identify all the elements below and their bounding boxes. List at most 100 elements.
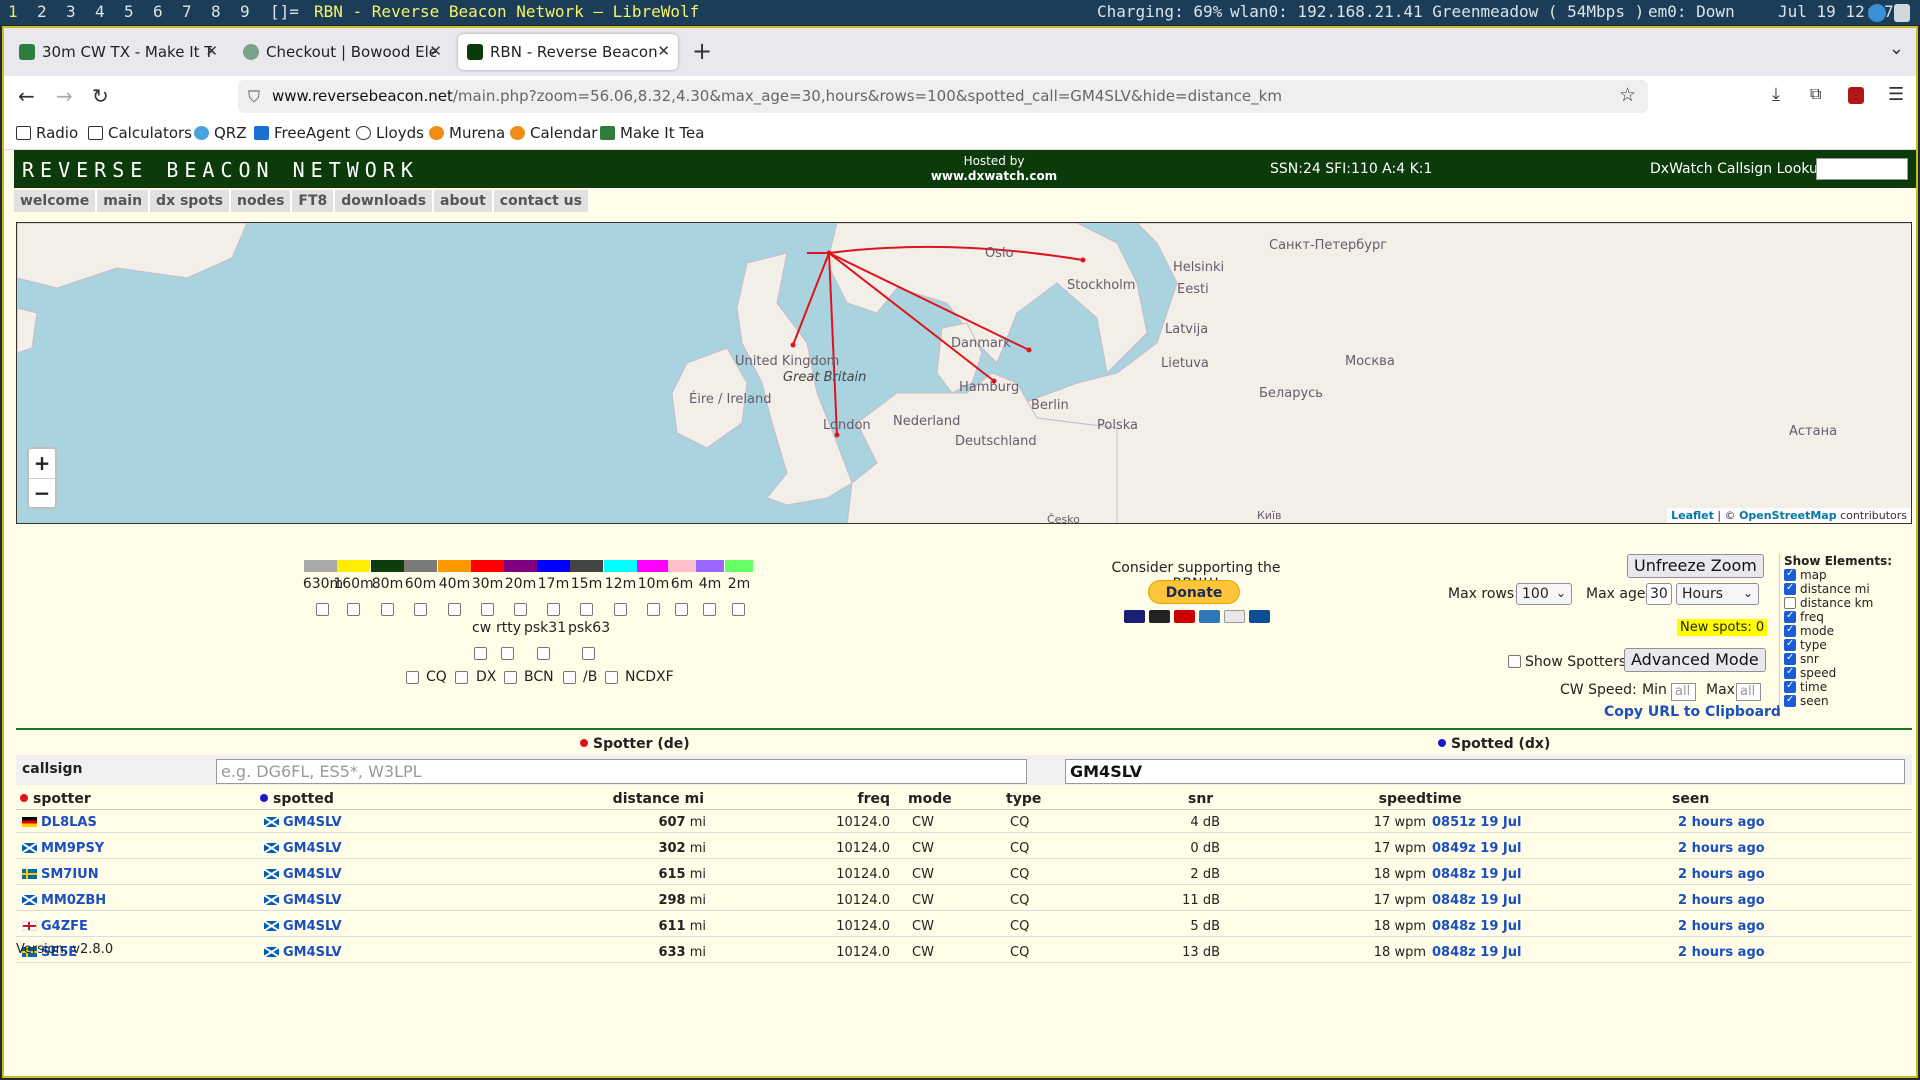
table-row[interactable]: G4ZFE GM4SLV 611 mi 10124.0 CW CQ 5 dB 18 wpm 08… <box>16 915 1912 937</box>
col-distance[interactable]: distance mi <box>486 791 704 807</box>
element-checkbox[interactable] <box>1784 694 1796 707</box>
rbn-logo[interactable]: REVERSE BEACON NETWORK <box>22 158 419 182</box>
spotter-cell[interactable]: G4ZFE <box>22 919 88 934</box>
time-cell[interactable]: 0848z 19 Jul <box>1432 893 1521 908</box>
show-element-mode[interactable]: mode <box>1784 624 1916 638</box>
menu-main[interactable]: main <box>97 190 151 212</box>
band-checkbox-15m[interactable] <box>579 603 593 616</box>
col-spotter[interactable]: spotter <box>20 791 91 807</box>
workspace-3[interactable]: 3 <box>66 2 76 21</box>
element-checkbox[interactable] <box>1784 638 1796 651</box>
spotter-callsign[interactable]: G4ZFE <box>41 919 88 934</box>
table-row[interactable]: SM7IUN GM4SLV 615 mi 10124.0 CW CQ 2 dB 18 wpm 0… <box>16 863 1912 885</box>
mode-checkbox-cw[interactable] <box>474 647 487 660</box>
band-checkbox-60m[interactable] <box>413 603 427 616</box>
col-type[interactable]: type <box>1006 791 1041 807</box>
type-checkbox-/B[interactable] <box>563 671 576 684</box>
tab-make-it-tea[interactable]: 30m CW TX - Make It Tea ✕ <box>10 34 226 70</box>
show-element-freq[interactable]: freq <box>1784 610 1916 624</box>
bookmark-radio[interactable]: Radio <box>16 124 78 142</box>
seen-cell[interactable]: 2 hours ago <box>1678 815 1765 830</box>
spotted-callsign[interactable]: GM4SLV <box>283 867 342 882</box>
workspace-6[interactable]: 6 <box>153 2 163 21</box>
mode-checkbox-psk63[interactable] <box>582 647 595 660</box>
spotter-cell[interactable]: MM0ZBH <box>22 893 106 908</box>
band-checkbox-40m[interactable] <box>447 603 461 616</box>
bookmark-calendar[interactable]: Calendar <box>510 124 597 142</box>
close-icon[interactable]: ✕ <box>429 42 442 60</box>
show-element-map[interactable]: map <box>1784 568 1916 582</box>
spotted-cell[interactable]: GM4SLV <box>264 867 342 882</box>
seen-cell[interactable]: 2 hours ago <box>1678 867 1765 882</box>
col-mode[interactable]: mode <box>908 791 952 807</box>
band-checkbox-2m[interactable] <box>732 603 745 616</box>
spotted-callsign[interactable]: GM4SLV <box>283 815 342 830</box>
spotter-callsign[interactable]: DL8LAS <box>41 815 97 830</box>
band-checkbox-630m[interactable] <box>316 603 329 616</box>
element-checkbox[interactable] <box>1784 597 1796 609</box>
col-seen[interactable]: seen <box>1672 791 1709 807</box>
table-row[interactable]: MM0ZBH GM4SLV 298 mi 10124.0 CW CQ 11 dB 17 wpm… <box>16 889 1912 911</box>
workspace-1[interactable]: 1 <box>8 2 18 21</box>
workspace-4[interactable]: 4 <box>95 2 105 21</box>
back-button[interactable]: ← <box>18 84 35 108</box>
spotter-callsign-input[interactable]: e.g. DG6FL, ES5*, W3LPL <box>216 759 1027 784</box>
new-tab-button[interactable]: + <box>692 37 712 65</box>
seen-cell[interactable]: 2 hours ago <box>1678 841 1765 856</box>
workspace-8[interactable]: 8 <box>211 2 221 21</box>
element-checkbox[interactable] <box>1784 568 1796 581</box>
forward-button[interactable]: → <box>56 84 73 108</box>
bookmark-qrz[interactable]: QRZ <box>194 124 247 142</box>
spotted-cell[interactable]: GM4SLV <box>264 893 342 908</box>
col-snr[interactable]: snr <box>1188 791 1213 807</box>
bookmark-murena[interactable]: Murena <box>429 124 505 142</box>
mode-checkbox-rtty[interactable] <box>501 647 514 660</box>
osm-link[interactable]: OpenStreetMap <box>1739 509 1837 522</box>
workspace-9[interactable]: 9 <box>240 2 250 21</box>
spotter-cell[interactable]: MM9PSY <box>22 841 104 856</box>
volume-tray-icon[interactable] <box>1894 4 1910 22</box>
url-bar[interactable]: ⛉ www.reversebeacon.net/main.php?zoom=56… <box>238 80 1648 113</box>
spotter-callsign[interactable]: MM0ZBH <box>41 893 106 908</box>
age-unit-select[interactable]: Hours ⌄ <box>1676 583 1759 605</box>
mode-checkbox-psk31[interactable] <box>537 647 550 660</box>
band-checkbox-30m[interactable] <box>480 603 494 616</box>
workspace-5[interactable]: 5 <box>124 2 134 21</box>
close-icon[interactable]: ✕ <box>657 42 670 60</box>
col-speed[interactable]: speed <box>1316 791 1426 807</box>
seen-cell[interactable]: 2 hours ago <box>1678 945 1765 960</box>
advanced-mode-button[interactable]: Advanced Mode <box>1624 648 1766 672</box>
unfreeze-zoom-button[interactable]: Unfreeze Zoom <box>1627 554 1764 578</box>
spotter-cell[interactable]: SM7IUN <box>22 867 99 882</box>
zoom-in-button[interactable]: + <box>29 449 55 478</box>
time-cell[interactable]: 0851z 19 Jul <box>1432 815 1521 830</box>
reload-button[interactable]: ↻ <box>92 84 109 108</box>
copy-url-link[interactable]: Copy URL to Clipboard <box>1604 704 1781 720</box>
band-checkbox-6m[interactable] <box>675 603 688 616</box>
network-tray-icon[interactable] <box>1868 4 1886 22</box>
col-time[interactable]: time <box>1426 791 1462 807</box>
type-checkbox-NCDXF[interactable] <box>605 671 618 684</box>
show-spotters-checkbox[interactable] <box>1508 655 1521 668</box>
leaflet-link[interactable]: Leaflet <box>1671 509 1714 522</box>
time-cell[interactable]: 0848z 19 Jul <box>1432 919 1521 934</box>
spotted-cell[interactable]: GM4SLV <box>264 919 342 934</box>
extensions-icon[interactable]: ⧉ <box>1810 84 1821 104</box>
time-cell[interactable]: 0849z 19 Jul <box>1432 841 1521 856</box>
type-checkbox-CQ[interactable] <box>406 671 419 684</box>
ublock-icon[interactable] <box>1848 87 1864 104</box>
tab-checkout[interactable]: Checkout | Bowood Electr ✕ <box>234 34 450 70</box>
band-checkbox-17m[interactable] <box>546 603 560 616</box>
band-checkbox-10m[interactable] <box>646 603 660 616</box>
security-icon[interactable]: ⛉ <box>248 87 260 107</box>
time-cell[interactable]: 0848z 19 Jul <box>1432 945 1521 960</box>
downloads-icon[interactable]: ⤓ <box>1772 84 1780 105</box>
spotted-callsign-input[interactable]: GM4SLV <box>1065 759 1905 784</box>
type-checkbox-BCN[interactable] <box>504 671 517 684</box>
spotted-cell[interactable]: GM4SLV <box>264 841 342 856</box>
spotter-cell[interactable]: DL8LAS <box>22 815 97 830</box>
spotted-cell[interactable]: GM4SLV <box>264 945 342 960</box>
col-spotted[interactable]: spotted <box>260 791 334 807</box>
max-rows-select[interactable]: 100 ⌄ <box>1516 583 1572 605</box>
table-row[interactable]: MM9PSY GM4SLV 302 mi 10124.0 CW CQ 0 dB 17 wpm 0… <box>16 837 1912 859</box>
